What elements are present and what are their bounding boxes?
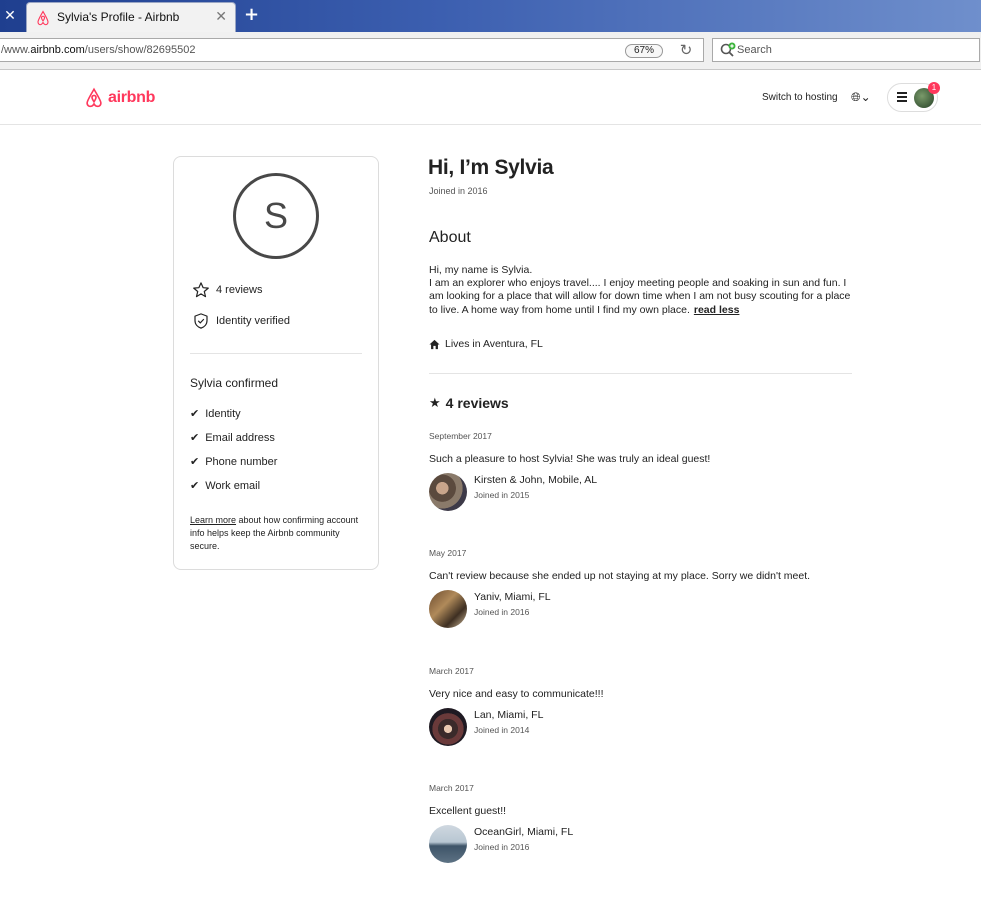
page-title: Hi, I’m Sylvia	[428, 156, 554, 179]
address-bar[interactable]: /www.airbnb.com/users/show/82695502 67% …	[0, 38, 704, 62]
confirmed-item: ✔ Identity	[190, 407, 241, 420]
browser-nav-bar: /www.airbnb.com/users/show/82695502 67% …	[0, 32, 981, 70]
review-text: Such a pleasure to host Sylvia! She was …	[429, 453, 711, 465]
about-body: I am an explorer who enjoys travel.... I…	[429, 277, 851, 316]
learn-more-link[interactable]: Learn more	[190, 515, 236, 525]
tab-close-icon[interactable]: ✕	[215, 9, 227, 25]
browser-tab[interactable]: Sylvia's Profile - Airbnb ✕	[26, 2, 236, 32]
review-item: March 2017 Excellent guest!! OceanGirl, …	[429, 783, 859, 863]
reviewer-name[interactable]: Lan, Miami, FL	[474, 709, 543, 721]
about-line: Hi, my name is Sylvia.	[429, 264, 533, 276]
reviewer-joined: Joined in 2016	[474, 842, 530, 852]
profile-avatar: S	[233, 173, 319, 259]
reload-icon[interactable]: ↻	[677, 41, 695, 59]
lives-in-label: Lives in Aventura, FL	[445, 338, 543, 350]
airbnb-favicon-icon	[37, 10, 49, 26]
checkmark-icon: ✔	[190, 431, 200, 444]
checkmark-icon: ✔	[190, 407, 200, 420]
url-text: /www.airbnb.com/users/show/82695502	[1, 44, 196, 56]
learn-more-note: Learn more about how confirming account …	[190, 514, 360, 553]
profile-card: S 4 reviews Identity verified Sylvia con…	[173, 156, 379, 570]
confirmed-title: Sylvia confirmed	[190, 376, 279, 390]
about-text: Hi, my name is Sylvia. I am an explorer …	[429, 264, 853, 317]
review-date: March 2017	[429, 666, 474, 676]
joined-date: Joined in 2016	[429, 186, 488, 196]
review-text: Very nice and easy to communicate!!!	[429, 688, 604, 700]
review-author[interactable]: Kirsten & John, Mobile, AL Joined in 201…	[429, 473, 859, 511]
review-author[interactable]: Lan, Miami, FL Joined in 2014	[429, 708, 859, 746]
confirmed-item-label: Identity	[205, 407, 241, 420]
search-placeholder: Search	[737, 44, 772, 56]
reviewer-joined: Joined in 2016	[474, 607, 530, 617]
lives-in-row: Lives in Aventura, FL	[429, 338, 543, 350]
star-icon: ★	[429, 395, 441, 411]
reviewer-avatar[interactable]	[429, 825, 467, 863]
read-less-link[interactable]: read less	[694, 304, 740, 316]
reviewer-name[interactable]: Kirsten & John, Mobile, AL	[474, 474, 597, 486]
review-date: March 2017	[429, 783, 474, 793]
about-heading: About	[429, 229, 471, 246]
reviews-count: 4 reviews	[216, 284, 263, 296]
close-window-icon[interactable]: ✕	[0, 0, 20, 32]
zoom-indicator[interactable]: 67%	[625, 44, 664, 58]
confirmed-item: ✔ Email address	[190, 431, 275, 444]
reviewer-avatar[interactable]	[429, 708, 467, 746]
checkmark-icon: ✔	[190, 455, 200, 468]
reviews-count-row: 4 reviews	[192, 281, 262, 299]
checkmark-icon: ✔	[190, 479, 200, 492]
reviewer-avatar[interactable]	[429, 590, 467, 628]
home-icon	[429, 339, 440, 349]
search-icon	[720, 42, 736, 57]
confirmed-item-label: Work email	[205, 479, 261, 492]
reviewer-joined: Joined in 2014	[474, 725, 530, 735]
star-outline-icon	[193, 282, 209, 298]
identity-verified-label: Identity verified	[216, 315, 290, 327]
airbnb-logo-icon	[86, 87, 102, 108]
reviews-heading-label: 4 reviews	[445, 395, 509, 411]
reviewer-joined: Joined in 2015	[474, 490, 530, 500]
new-tab-icon[interactable]: +	[244, 4, 259, 25]
reviewer-avatar[interactable]	[429, 473, 467, 511]
shield-check-icon	[194, 313, 208, 329]
review-item: May 2017 Can't review because she ended …	[429, 548, 859, 628]
section-divider	[429, 373, 852, 374]
review-text: Can't review because she ended up not st…	[429, 570, 811, 582]
browser-tab-bar: ✕ Sylvia's Profile - Airbnb ✕ +	[0, 0, 981, 32]
identity-verified-row: Identity verified	[192, 312, 290, 330]
review-author[interactable]: Yaniv, Miami, FL Joined in 2016	[429, 590, 859, 628]
switch-to-hosting-link[interactable]: Switch to hosting	[762, 92, 838, 103]
confirmed-item-label: Email address	[205, 431, 275, 444]
reviews-heading: ★ 4 reviews	[429, 395, 509, 411]
airbnb-logo[interactable]: airbnb	[84, 86, 155, 110]
confirmed-item: ✔ Phone number	[190, 455, 277, 468]
confirmed-item: ✔ Work email	[190, 479, 260, 492]
hamburger-menu-icon	[897, 92, 907, 104]
review-author[interactable]: OceanGirl, Miami, FL Joined in 2016	[429, 825, 859, 863]
review-date: May 2017	[429, 548, 467, 558]
review-text: Excellent guest!!	[429, 805, 507, 817]
globe-language-icon[interactable]: 🌐︎⌄	[851, 90, 871, 105]
reviewer-name[interactable]: OceanGirl, Miami, FL	[474, 826, 573, 838]
logo-wordmark: airbnb	[108, 89, 156, 106]
confirmed-item-label: Phone number	[205, 455, 278, 468]
review-item: March 2017 Very nice and easy to communi…	[429, 666, 859, 746]
card-divider	[190, 353, 362, 354]
site-header: airbnb Switch to hosting 🌐︎⌄ 1	[0, 71, 981, 125]
review-date: September 2017	[429, 431, 492, 441]
user-menu-button[interactable]: 1	[887, 82, 940, 112]
tab-title: Sylvia's Profile - Airbnb	[57, 10, 180, 24]
search-bar[interactable]: Search	[712, 38, 980, 62]
reviewer-name[interactable]: Yaniv, Miami, FL	[474, 591, 551, 603]
notification-badge: 1	[928, 82, 940, 94]
review-item: September 2017 Such a pleasure to host S…	[429, 431, 859, 511]
